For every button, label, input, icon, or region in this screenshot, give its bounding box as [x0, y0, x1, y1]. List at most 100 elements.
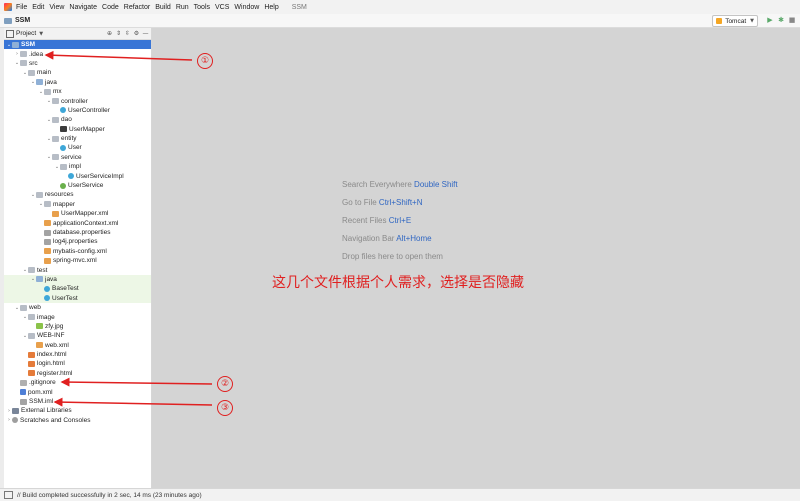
menu-refactor[interactable]: Refactor: [124, 4, 150, 11]
menu-edit[interactable]: Edit: [32, 4, 44, 11]
breadcrumb-project[interactable]: SSM: [15, 17, 30, 24]
tree-item-label: UserMapper: [69, 125, 105, 133]
menu-window[interactable]: Window: [234, 4, 259, 11]
locate-icon[interactable]: ⊕: [106, 29, 113, 38]
chevron-down-icon[interactable]: ▼: [39, 31, 43, 37]
tree-item[interactable]: index.html: [4, 350, 151, 359]
project-panel-header: Project ▼ ⊕ ⇕ ⇳ ⚙ —: [4, 28, 151, 40]
tree-item[interactable]: ⌄ service: [4, 153, 151, 162]
project-tree: ⌄ SSM › .idea ⌄ src ⌄ main ⌄ java ⌄ mx ⌄ controller Us…: [4, 40, 151, 425]
tree-item[interactable]: ⌄ web: [4, 303, 151, 312]
toggle-tool-windows-icon[interactable]: [4, 491, 13, 499]
tree-item[interactable]: ⌄ resources: [4, 190, 151, 199]
tree-item[interactable]: mybatis-config.xml: [4, 247, 151, 256]
run-icon[interactable]: ▶: [766, 15, 774, 25]
xml-icon: [44, 220, 51, 227]
html-icon: [28, 351, 35, 358]
debug-icon[interactable]: ✱: [777, 15, 785, 25]
tree-item[interactable]: ⌄ dao: [4, 115, 151, 124]
menu-navigate[interactable]: Navigate: [69, 4, 97, 11]
project-panel: Project ▼ ⊕ ⇕ ⇳ ⚙ — ⌄ SSM › .idea ⌄ src ⌄ main ⌄…: [4, 28, 152, 488]
folder-blue-icon: [12, 41, 19, 48]
tree-item[interactable]: ⌄ WEB-INF: [4, 331, 151, 340]
iml-icon: [20, 398, 27, 405]
tree-item[interactable]: .gitignore: [4, 378, 151, 387]
hint-drop-files: Drop files here to open them: [342, 252, 443, 261]
tree-item[interactable]: database.properties: [4, 228, 151, 237]
tree-item[interactable]: UserService: [4, 181, 151, 190]
tree-item[interactable]: pom.xml: [4, 387, 151, 396]
tree-item[interactable]: BaseTest: [4, 284, 151, 294]
tree-item[interactable]: ⌄ impl: [4, 162, 151, 171]
tree-item[interactable]: UserServiceImpl: [4, 171, 151, 180]
tree-item[interactable]: ⌄ src: [4, 59, 151, 68]
window-title: SSM: [291, 3, 307, 11]
menu-tools[interactable]: Tools: [194, 4, 210, 11]
xml-icon: [36, 342, 43, 349]
scratch-icon: [12, 417, 18, 424]
tree-item-label: test: [37, 266, 48, 274]
tree-item[interactable]: spring-mvc.xml: [4, 256, 151, 265]
tree-item[interactable]: web.xml: [4, 341, 151, 350]
tree-item[interactable]: ⌄ entity: [4, 134, 151, 143]
status-bar: // Build completed successfully in 2 sec…: [0, 488, 800, 501]
menu-run[interactable]: Run: [176, 4, 189, 11]
tree-item[interactable]: ⌄ SSM: [4, 40, 151, 50]
folder-icon: [60, 163, 67, 170]
tree-item[interactable]: SSM.iml: [4, 397, 151, 406]
run-config-dropdown[interactable]: Tomcat ▼: [712, 15, 758, 27]
tree-item[interactable]: › External Libraries: [4, 406, 151, 415]
tree-item[interactable]: applicationContext.xml: [4, 218, 151, 227]
menu-file[interactable]: File: [16, 4, 27, 11]
hint-search-everywhere: Search Everywhere Double Shift: [342, 180, 458, 189]
tree-item[interactable]: ⌄ test: [4, 265, 151, 274]
tree-item[interactable]: ⌄ mx: [4, 87, 151, 96]
tree-item[interactable]: ⌄ main: [4, 68, 151, 77]
tree-item-label: UserTest: [52, 294, 78, 302]
tree-item[interactable]: UserController: [4, 106, 151, 115]
marker-2: ②: [217, 376, 233, 392]
build-status[interactable]: // Build completed successfully in 2 sec…: [17, 492, 202, 499]
tree-item[interactable]: register.html: [4, 369, 151, 378]
folder-icon: [28, 314, 35, 321]
menu-help[interactable]: Help: [264, 4, 278, 11]
tree-item-label: main: [37, 69, 52, 77]
class-icon: [68, 173, 74, 180]
project-icon: [6, 29, 14, 38]
menu-code[interactable]: Code: [102, 4, 119, 11]
tree-item-label: UserServiceImpl: [76, 172, 124, 180]
xml-icon: [44, 248, 51, 255]
folder-icon: [20, 304, 27, 311]
collapse-all-icon[interactable]: ⇳: [124, 29, 131, 38]
stop-icon[interactable]: ■: [788, 15, 796, 25]
dao-icon: [60, 126, 67, 133]
tree-item[interactable]: ⌄ controller: [4, 96, 151, 105]
tree-item[interactable]: ⌄ java: [4, 274, 151, 285]
expand-all-icon[interactable]: ⇕: [115, 29, 122, 38]
tree-item[interactable]: UserMapper.xml: [4, 209, 151, 218]
tree-item[interactable]: zfy.jpg: [4, 322, 151, 331]
menu-view[interactable]: View: [49, 4, 64, 11]
tree-item[interactable]: log4j.properties: [4, 237, 151, 246]
tree-item-label: pom.xml: [28, 388, 53, 396]
folder-blue-icon: [36, 276, 43, 283]
minimize-icon[interactable]: —: [142, 29, 149, 38]
gear-icon[interactable]: ⚙: [133, 29, 140, 38]
editor-empty-area[interactable]: Search Everywhere Double Shift Go to Fil…: [152, 28, 800, 488]
menu-build[interactable]: Build: [155, 4, 171, 11]
project-panel-title[interactable]: Project: [16, 30, 36, 37]
tree-item[interactable]: UserMapper: [4, 125, 151, 134]
tree-item[interactable]: User: [4, 143, 151, 152]
tree-item[interactable]: login.html: [4, 359, 151, 368]
class-icon: [44, 295, 50, 302]
folder-icon: [44, 88, 51, 95]
tree-item[interactable]: ⌄ java: [4, 78, 151, 87]
tree-item[interactable]: UserTest: [4, 293, 151, 303]
tree-item[interactable]: › Scratches and Consoles: [4, 416, 151, 425]
tree-item[interactable]: › .idea: [4, 49, 151, 58]
tree-item-label: web: [29, 304, 41, 312]
tree-item-label: web.xml: [45, 341, 69, 349]
tree-item[interactable]: ⌄ mapper: [4, 200, 151, 209]
menu-vcs[interactable]: VCS: [215, 4, 229, 11]
tree-item[interactable]: ⌄ image: [4, 312, 151, 321]
